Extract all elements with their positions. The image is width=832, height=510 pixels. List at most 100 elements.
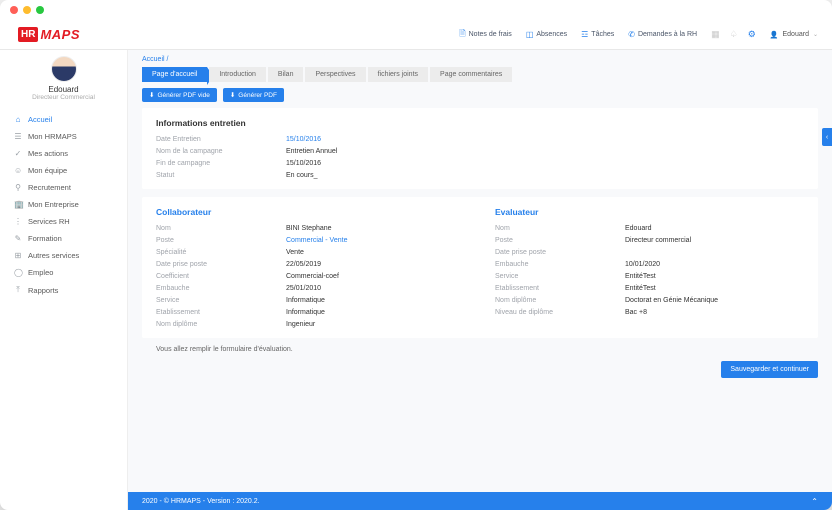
field-value: Edouard — [625, 225, 804, 232]
sidebar-item-recrutement[interactable]: ⚲ Recrutement — [0, 179, 127, 196]
side-handle[interactable]: ‹ — [822, 128, 832, 146]
sidebar-item-label: Formation — [28, 234, 62, 243]
nav: ⌂Accueil ☰ Mon HRMAPS ✓Mes actions ☺ Mon équi… — [0, 109, 127, 301]
chevron-down-icon: ⌄ — [813, 31, 818, 38]
topnav: 🗎Notes de frais ◫Absences ☲Tâches ✆Deman… — [128, 28, 832, 42]
field-value: Ingenieur — [286, 321, 465, 328]
profile-role: Directeur Commercial — [32, 94, 95, 101]
nav-icon: ⋮ — [14, 217, 22, 226]
avatar[interactable] — [51, 56, 77, 82]
sidebar-item-rapports[interactable]: ⤒Rapports — [0, 281, 127, 299]
topnav-label: Tâches — [591, 31, 614, 38]
sidebar-item-services-rh[interactable]: ⋮Services RH — [0, 213, 127, 230]
nav-icon: ✎ — [14, 234, 22, 243]
nav-icon: ⚲ — [14, 183, 22, 192]
collaborator-fields: NomBINI StephanePosteCommercial - VenteS… — [156, 225, 465, 328]
field-value: EntitéTest — [625, 273, 804, 280]
field-label: Etablissement — [156, 309, 286, 316]
form-note: Vous allez remplir le formulaire d'évalu… — [128, 346, 832, 361]
user-menu[interactable]: 👤 Edouard ⌄ — [770, 31, 818, 39]
field-label: Nom de la campagne — [156, 148, 286, 155]
nav-icon: ◯ — [14, 268, 22, 277]
field-label: Nom — [156, 225, 286, 232]
topnav-notes[interactable]: 🗎Notes de frais — [459, 28, 512, 42]
sidebar-item-autres-services[interactable]: ⊞ Autres services — [0, 247, 127, 264]
logo[interactable]: HR MAPS — [0, 27, 128, 42]
field-label: Date prise poste — [495, 249, 625, 256]
field-value: 10/01/2020 — [625, 261, 804, 268]
nav-icon: ⊞ — [14, 251, 22, 260]
interview-card: Informations entretien Date Entretien15/… — [142, 108, 818, 189]
field-label: Spécialité — [156, 249, 286, 256]
sidebar-item-mes-actions[interactable]: ✓Mes actions — [0, 145, 127, 162]
tab-introduction[interactable]: Introduction — [209, 67, 266, 82]
field-label: Fin de campagne — [156, 160, 286, 167]
topnav-absences[interactable]: ◫Absences — [526, 30, 567, 39]
field-label: Nom diplôme — [156, 321, 286, 328]
tab-page-commentaires[interactable]: Page commentaires — [430, 67, 512, 82]
nav-icon: ⤒ — [14, 285, 22, 295]
sidebar-item-accueil[interactable]: ⌂Accueil — [0, 111, 127, 128]
people-card: Collaborateur NomBINI StephanePosteComme… — [142, 197, 818, 338]
download-icon: ⬇ — [230, 91, 235, 99]
calendar-icon: ◫ — [526, 30, 534, 39]
maximize-icon[interactable] — [36, 6, 44, 14]
minimize-icon[interactable] — [23, 6, 31, 14]
button-label: Générer PDF vide — [157, 92, 209, 99]
save-continue-button[interactable]: Sauvegarder et continuer — [721, 361, 818, 378]
settings-icon[interactable]: ⚙ — [748, 29, 756, 40]
sidebar-item-label: Autres services — [28, 251, 79, 260]
nav-icon: ☺ — [14, 166, 22, 175]
tab-bilan[interactable]: Bilan — [268, 67, 304, 82]
sidebar-item-mon-équipe[interactable]: ☺ Mon équipe — [0, 162, 127, 179]
sidebar-item-mon-entreprise[interactable]: 🏢Mon Entreprise — [0, 196, 127, 213]
sidebar-item-label: Mon HRMAPS — [28, 132, 77, 141]
field-label: Service — [156, 297, 286, 304]
close-icon[interactable] — [10, 6, 18, 14]
sidebar-item-mon-hrmaps[interactable]: ☰ Mon HRMAPS — [0, 128, 127, 145]
send-icon: ✆ — [628, 30, 635, 39]
field-label: Poste — [156, 237, 286, 244]
field-label: Nom diplôme — [495, 297, 625, 304]
titlebar — [0, 0, 832, 20]
button-label: Générer PDF — [238, 92, 277, 99]
field-value: Informatique — [286, 309, 465, 316]
topnav-tasks[interactable]: ☲Tâches — [581, 30, 614, 39]
sidebar-item-label: Mon équipe — [28, 166, 67, 175]
field-value[interactable]: 15/10/2016 — [286, 136, 804, 143]
field-label: Coefficient — [156, 273, 286, 280]
topnav-requests[interactable]: ✆Demandes à la RH — [628, 30, 697, 39]
field-value: Bac +8 — [625, 309, 804, 316]
field-value: Doctorat en Génie Mécanique — [625, 297, 804, 304]
document-icon: 🗎 — [459, 28, 465, 42]
sidebar-item-formation[interactable]: ✎ Formation — [0, 230, 127, 247]
field-label: Service — [495, 273, 625, 280]
section-title: Evaluateur — [495, 207, 804, 217]
field-value: En cours_ — [286, 172, 804, 179]
tab-page-d-accueil[interactable]: Page d'accueil — [142, 67, 207, 82]
nav-icon: 🏢 — [14, 200, 22, 209]
sidebar-item-empleo[interactable]: ◯Empleo — [0, 264, 127, 281]
evaluator-fields: NomEdouardPosteDirecteur commercialDate … — [495, 225, 804, 316]
field-value: BINI Stephane — [286, 225, 465, 232]
sidebar-item-label: Recrutement — [28, 183, 71, 192]
scroll-top-icon[interactable]: ⌃ — [811, 497, 818, 506]
sidebar-item-label: Mes actions — [28, 149, 68, 158]
bell-icon[interactable]: ♤ — [730, 29, 738, 40]
logo-text: MAPS — [40, 27, 80, 42]
topnav-label: Demandes à la RH — [638, 31, 697, 38]
field-value: Entretien Annuel — [286, 148, 804, 155]
grid-icon[interactable]: ▦ — [711, 29, 720, 40]
nav-icon: ☰ — [14, 132, 22, 141]
breadcrumb[interactable]: Accueil / — [128, 50, 832, 67]
field-value: Informatique — [286, 297, 465, 304]
tab-perspectives[interactable]: Perspectives — [305, 67, 365, 82]
field-value: Commercial-coef — [286, 273, 465, 280]
profile-name: Edouard — [48, 85, 78, 94]
generate-pdf-blank-button[interactable]: ⬇Générer PDF vide — [142, 88, 217, 102]
tabs: Page d'accueilIntroductionBilanPerspecti… — [128, 67, 832, 82]
user-icon: 👤 — [770, 31, 779, 39]
tab-fichiers-joints[interactable]: fichiers joints — [368, 67, 428, 82]
generate-pdf-button[interactable]: ⬇Générer PDF — [223, 88, 284, 102]
field-value[interactable]: Commercial - Vente — [286, 237, 465, 244]
